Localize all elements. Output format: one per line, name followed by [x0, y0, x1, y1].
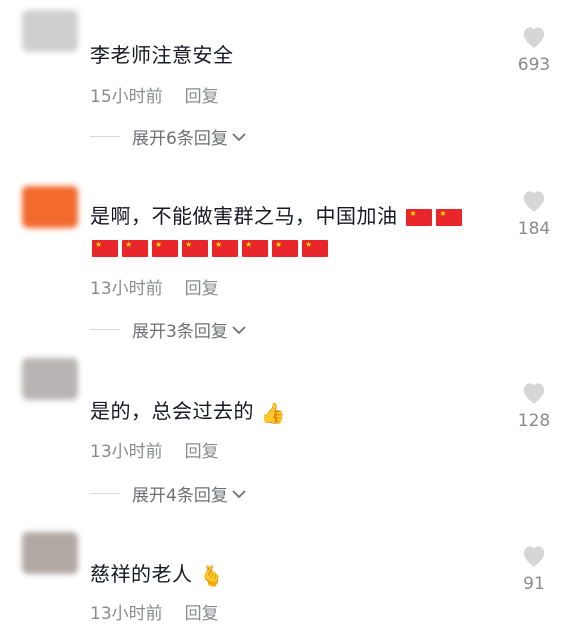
- comment-text: 是的，总会过去的 👍: [90, 396, 286, 428]
- expand-replies-button[interactable]: 展开6条回复: [90, 124, 246, 149]
- comment-text-body: 慈祥的老人: [90, 562, 193, 586]
- finger-heart-emoji: 🫰: [199, 563, 225, 588]
- comment-emoji-line: [90, 232, 330, 262]
- like-button[interactable]: 184: [504, 188, 564, 239]
- like-count: 184: [517, 219, 551, 239]
- comment-time: 15小时前: [90, 87, 163, 107]
- china-flag-emoji: [182, 240, 208, 257]
- avatar[interactable]: [22, 186, 78, 228]
- reply-button[interactable]: 回复: [185, 279, 219, 299]
- comment-text-body: 是的，总会过去的: [90, 399, 254, 423]
- china-flag-emoji: [302, 240, 328, 257]
- expand-label: 展开6条回复: [132, 129, 228, 149]
- china-flag-emoji: [122, 240, 148, 257]
- expand-replies-button[interactable]: 展开4条回复: [90, 481, 246, 506]
- comment-meta: 13小时前 回复: [90, 599, 219, 624]
- expand-label: 展开3条回复: [132, 322, 228, 342]
- divider: [90, 493, 120, 494]
- like-count: 128: [517, 411, 551, 431]
- reply-button[interactable]: 回复: [185, 604, 219, 624]
- comment-time: 13小时前: [90, 442, 163, 462]
- like-count: 91: [523, 574, 545, 594]
- avatar[interactable]: [22, 10, 78, 52]
- avatar[interactable]: [22, 532, 78, 574]
- like-button[interactable]: 91: [504, 543, 564, 594]
- chevron-down-icon: [232, 132, 246, 141]
- chevron-down-icon: [232, 325, 246, 334]
- heart-icon: [523, 27, 545, 48]
- reply-button[interactable]: 回复: [185, 87, 219, 107]
- divider: [90, 136, 120, 137]
- reply-button[interactable]: 回复: [185, 442, 219, 462]
- comment-meta: 13小时前 回复: [90, 437, 219, 462]
- comment-time: 13小时前: [90, 604, 163, 624]
- chevron-down-icon: [232, 489, 246, 498]
- china-flag-emoji: [436, 209, 463, 226]
- comment-text: 是啊，不能做害群之马，中国加油: [90, 201, 464, 231]
- divider: [90, 329, 120, 330]
- heart-icon: [523, 191, 545, 212]
- comment-text: 慈祥的老人 🫰: [90, 559, 225, 591]
- china-flag-emoji: [406, 209, 433, 226]
- comment-text: 李老师注意安全: [90, 43, 234, 67]
- china-flag-emoji: [272, 240, 298, 257]
- comment-text-body: 是啊，不能做害群之马，中国加油: [90, 204, 398, 228]
- like-count: 693: [517, 55, 551, 75]
- expand-replies-button[interactable]: 展开3条回复: [90, 317, 246, 342]
- thumbs-up-emoji: 👍: [260, 400, 287, 425]
- china-flag-emoji: [212, 240, 238, 257]
- comment-meta: 15小时前 回复: [90, 82, 219, 107]
- china-flag-emoji: [152, 240, 178, 257]
- china-flag-emoji: [242, 240, 268, 257]
- comment-meta: 13小时前 回复: [90, 274, 219, 299]
- avatar[interactable]: [22, 358, 78, 400]
- like-button[interactable]: 693: [504, 24, 564, 75]
- comment-time: 13小时前: [90, 279, 163, 299]
- china-flag-emoji: [92, 240, 118, 257]
- like-button[interactable]: 128: [504, 380, 564, 431]
- heart-icon: [523, 383, 545, 404]
- expand-label: 展开4条回复: [132, 486, 228, 506]
- heart-icon: [523, 546, 545, 567]
